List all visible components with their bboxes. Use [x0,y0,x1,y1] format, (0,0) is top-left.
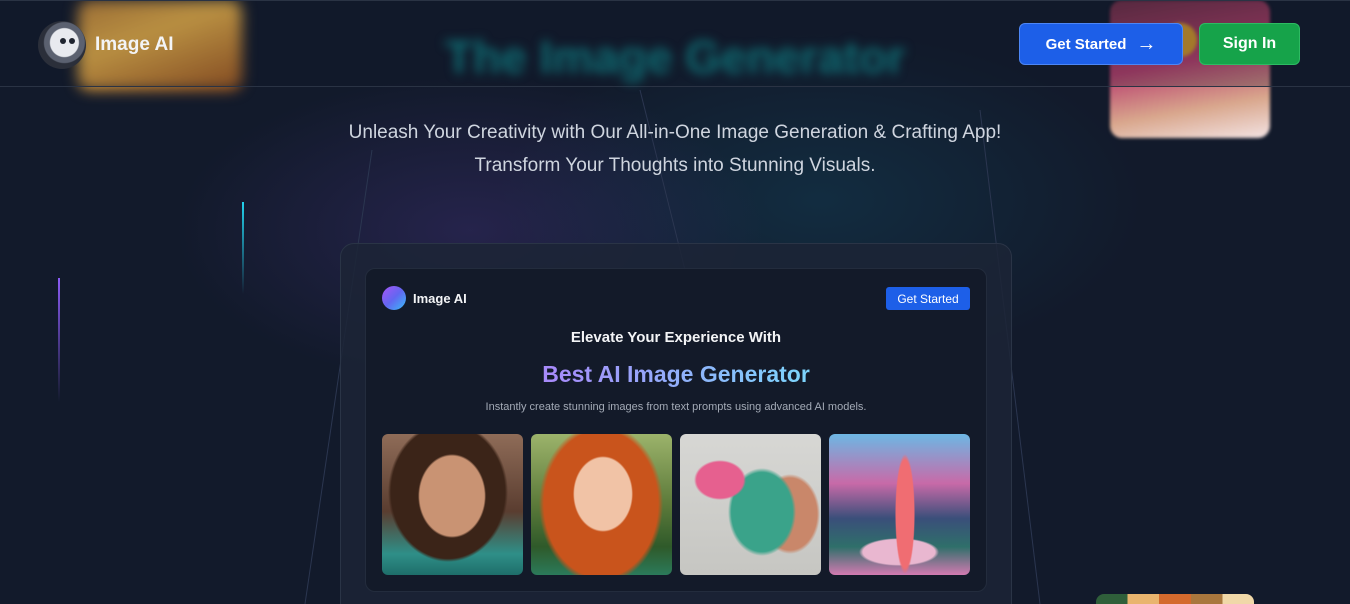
preview-brand-name: Image AI [413,290,467,306]
floating-image-bottom [1096,594,1254,604]
preview-title: Best AI Image Generator [365,361,987,388]
get-started-button[interactable]: Get Started → [1019,23,1183,65]
preview-get-started-button[interactable]: Get Started [886,287,970,310]
brand-logo-link[interactable]: Image AI [38,21,174,69]
hero-title-blurred: The Image Generator [444,31,906,83]
tagline-line-2: Transform Your Thoughts into Stunning Vi… [474,155,876,176]
cyan-light-streak [242,202,244,294]
arrow-right-icon: → [1136,33,1157,55]
robot-logo-icon [38,21,86,69]
hummingbird-image [680,434,821,575]
sign-in-label: Sign In [1222,35,1277,52]
hero-tagline: Unleash Your Creativity with Our All-in-… [0,116,1350,182]
landing-page: The Image Generator Image AI Get Started… [0,0,1350,604]
sign-in-button[interactable]: Sign In [1199,23,1300,65]
redhead-portrait-image [531,434,672,575]
preview-description: Instantly create stunning images from te… [485,401,867,413]
tagline-line-1: Unleash Your Creativity with Our All-in-… [348,122,1002,143]
preview-heading: Elevate Your Experience With [570,329,782,346]
woman-portrait-image [382,434,523,575]
flamingo-image [829,434,970,575]
preview-brand-logo: Image AI [382,286,467,310]
violet-light-streak [58,278,60,402]
gradient-circle-logo-icon [382,286,406,310]
get-started-label: Get Started [1045,35,1127,53]
brand-name: Image AI [95,34,174,55]
top-navbar: The Image Generator Image AI Get Started… [0,0,1350,87]
